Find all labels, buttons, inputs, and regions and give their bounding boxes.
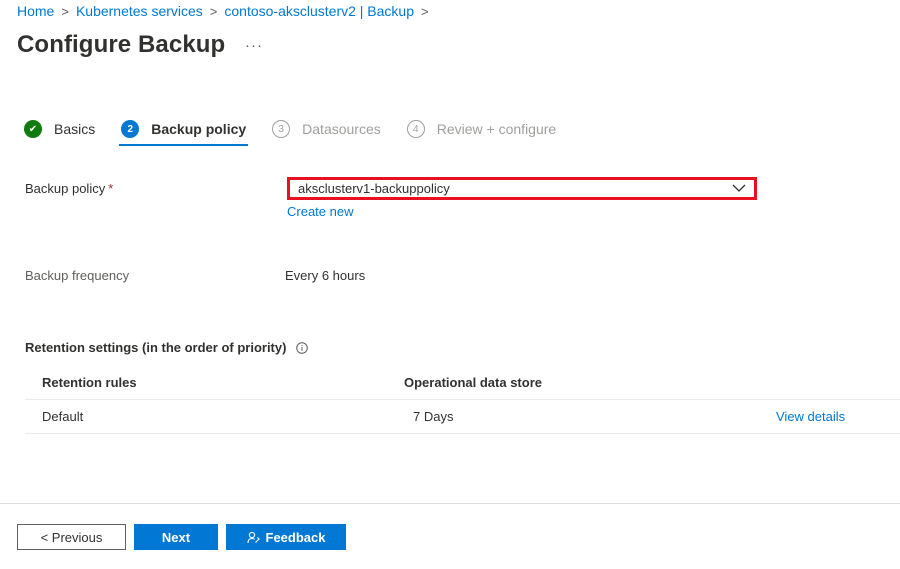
column-header-operational-data-store: Operational data store	[404, 375, 542, 390]
wizard-steps: ✔ Basics 2 Backup policy 3 Datasources 4…	[24, 118, 582, 148]
table-row: Default 7 Days View details	[25, 400, 900, 434]
page-title: Configure Backup	[17, 31, 226, 58]
previous-button[interactable]: < Previous	[17, 524, 126, 550]
footer-divider	[0, 503, 900, 504]
backup-policy-label-text: Backup policy	[25, 181, 106, 196]
checkmark-icon: ✔	[24, 120, 42, 138]
required-marker: *	[108, 181, 114, 196]
breadcrumb-kubernetes-services[interactable]: Kubernetes services	[76, 3, 203, 19]
step-number-badge: 2	[121, 120, 140, 138]
feedback-button[interactable]: Feedback	[226, 524, 346, 550]
view-details-link[interactable]: View details	[776, 409, 845, 424]
breadcrumb-cluster-backup[interactable]: contoso-aksclusterv2 | Backup	[224, 3, 414, 19]
chevron-down-icon	[732, 182, 746, 196]
column-header-retention-rules: Retention rules	[42, 375, 137, 390]
step-number-badge: 4	[406, 120, 425, 138]
tab-review-configure[interactable]: 4 Review + configure	[406, 118, 557, 140]
tab-datasources[interactable]: 3 Datasources	[272, 118, 381, 140]
backup-policy-dropdown[interactable]: aksclusterv1-backuppolicy	[287, 177, 757, 200]
next-button[interactable]: Next	[134, 524, 218, 550]
tab-review-configure-label: Review + configure	[436, 121, 557, 137]
retention-settings-title: Retention settings (in the order of prio…	[25, 340, 309, 355]
chevron-right-icon: >	[421, 3, 429, 19]
backup-frequency-label: Backup frequency	[25, 268, 130, 283]
tab-backup-policy-label: Backup policy	[151, 121, 247, 137]
chevron-right-icon: >	[209, 3, 218, 19]
tab-datasources-label: Datasources	[302, 121, 381, 137]
info-icon[interactable]	[296, 341, 309, 354]
feedback-icon	[246, 531, 260, 544]
retention-table: Retention rules Operational data store D…	[25, 366, 900, 434]
breadcrumb-home[interactable]: Home	[17, 3, 54, 19]
breadcrumb: Home > Kubernetes services > contoso-aks…	[17, 3, 436, 19]
table-header-row: Retention rules Operational data store	[25, 366, 900, 400]
step-number-badge: 3	[272, 120, 291, 138]
chevron-right-icon: >	[61, 3, 69, 19]
retention-settings-title-text: Retention settings (in the order of prio…	[25, 340, 287, 355]
backup-frequency-value: Every 6 hours	[285, 268, 366, 283]
tab-basics[interactable]: ✔ Basics	[24, 118, 95, 140]
tab-backup-policy[interactable]: 2 Backup policy	[119, 118, 249, 146]
feedback-label: Feedback	[265, 529, 326, 545]
backup-policy-label: Backup policy *	[25, 181, 113, 196]
more-options-icon[interactable]: ···	[245, 37, 263, 54]
retention-duration: 7 Days	[413, 409, 454, 424]
retention-rule-name: Default	[42, 409, 84, 424]
create-new-link[interactable]: Create new	[287, 204, 353, 219]
backup-policy-selected-value: aksclusterv1-backuppolicy	[298, 181, 450, 196]
tab-basics-label: Basics	[54, 121, 96, 137]
